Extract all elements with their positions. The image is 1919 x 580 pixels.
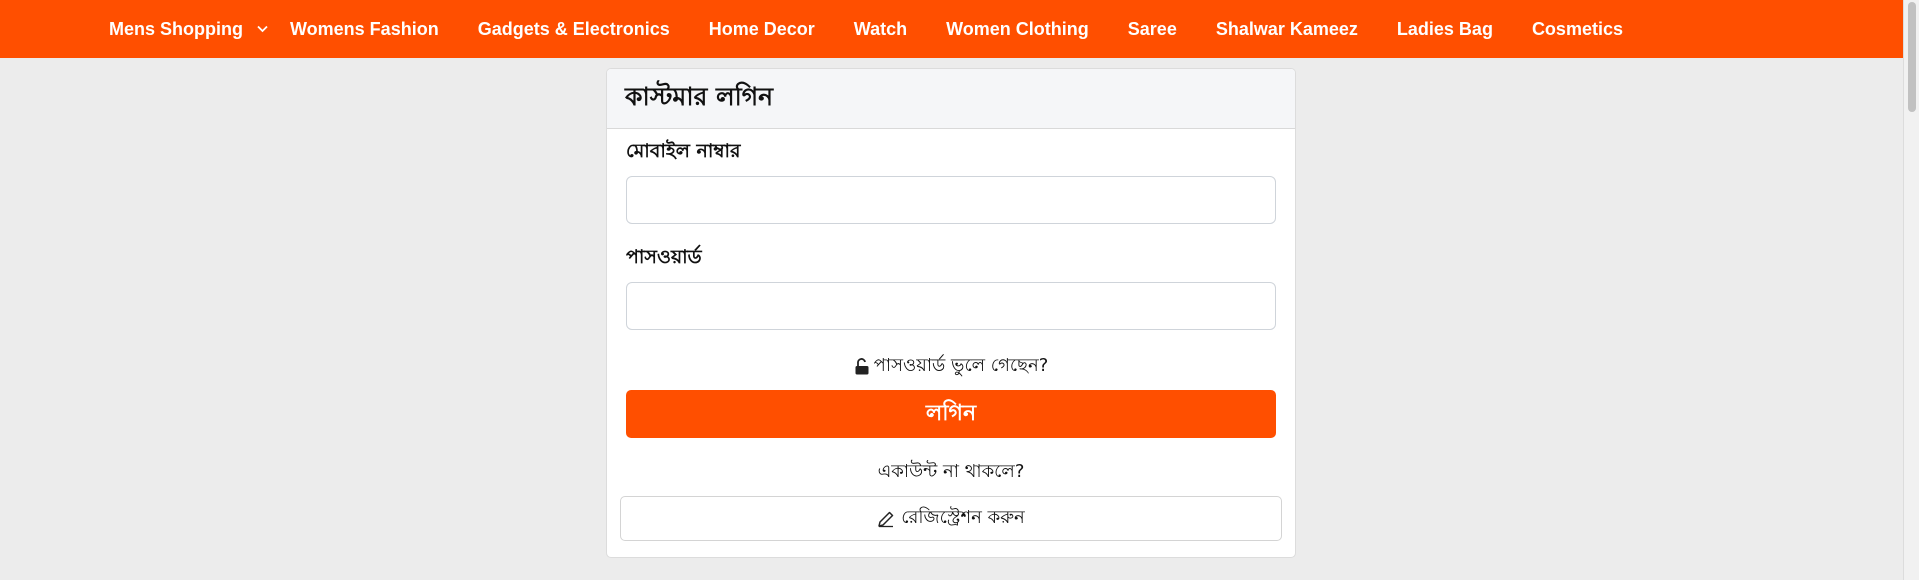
- nav-item-cosmetics[interactable]: Cosmetics: [1532, 19, 1623, 40]
- login-button[interactable]: লগিন: [626, 390, 1276, 438]
- password-input[interactable]: [626, 282, 1276, 330]
- forgot-password-link[interactable]: পাসওয়ার্ড ভুলে গেছেন?: [607, 351, 1295, 382]
- register-button-label: রেজিস্ট্রেশন করুন: [901, 507, 1025, 528]
- nav-item-label: Mens Shopping: [109, 18, 243, 39]
- chevron-down-icon[interactable]: [257, 25, 268, 33]
- forgot-password-label: পাসওয়ার্ড ভুলে গেছেন?: [873, 355, 1049, 376]
- mobile-label: মোবাইল নাম্বার: [626, 140, 741, 162]
- page-scrollbar[interactable]: [1903, 0, 1919, 580]
- card-header: কাস্টমার লগিন: [607, 69, 1295, 129]
- scrollbar-thumb[interactable]: [1908, 2, 1916, 112]
- nav-item-label: Home Decor: [708, 18, 815, 39]
- unlock-icon: [854, 358, 870, 375]
- nav-item-home-decor[interactable]: Home Decor: [709, 19, 815, 40]
- mobile-input[interactable]: [626, 176, 1276, 224]
- nav-item-label: Women Clothing: [946, 18, 1089, 39]
- no-account-text: একাউন্ট না থাকলে?: [877, 461, 1025, 482]
- nav-item-label: Cosmetics: [1531, 18, 1623, 39]
- nav-item-women-clothing[interactable]: Women Clothing: [946, 19, 1089, 40]
- page-title: কাস্টমার লগিন: [625, 82, 774, 111]
- nav-item-womens-fashion[interactable]: Womens Fashion: [290, 19, 439, 40]
- nav-item-label: Shalwar Kameez: [1215, 18, 1358, 39]
- nav-item-gadgets-electronics[interactable]: Gadgets & Electronics: [478, 19, 670, 40]
- page: Mens Shopping Womens Fashion Gadgets & E…: [0, 0, 1919, 580]
- nav-item-label: Ladies Bag: [1396, 18, 1493, 39]
- nav-item-saree[interactable]: Saree: [1128, 19, 1177, 40]
- nav-item-label: Saree: [1127, 18, 1177, 39]
- nav-item-watch[interactable]: Watch: [854, 19, 907, 40]
- password-label: পাসওয়ার্ড: [626, 246, 702, 268]
- pencil-icon: [877, 510, 895, 528]
- top-nav: Mens Shopping Womens Fashion Gadgets & E…: [0, 0, 1903, 58]
- register-button[interactable]: রেজিস্ট্রেশন করুন: [620, 496, 1282, 541]
- nav-item-label: Watch: [853, 18, 908, 39]
- nav-item-ladies-bag[interactable]: Ladies Bag: [1397, 19, 1493, 40]
- nav-item-shalwar-kameez[interactable]: Shalwar Kameez: [1216, 19, 1358, 40]
- login-card: কাস্টমার লগিন মোবাইল নাম্বার পাসওয়ার্ড …: [606, 68, 1296, 558]
- nav-item-mens-shopping[interactable]: Mens Shopping: [109, 19, 268, 40]
- nav-item-label: Gadgets & Electronics: [477, 18, 670, 39]
- nav-item-label: Womens Fashion: [290, 18, 439, 39]
